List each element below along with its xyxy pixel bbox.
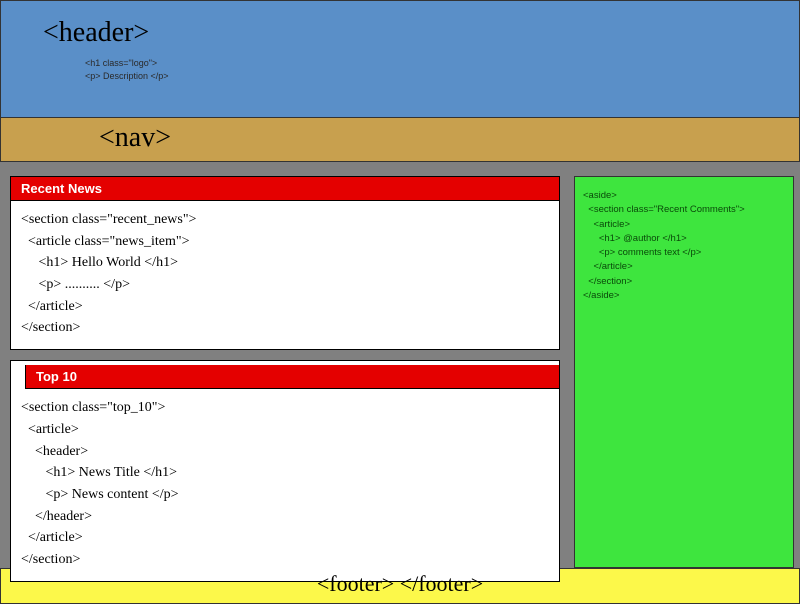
header-sub-line2: <p> Description </p>: [85, 70, 757, 83]
recent-news-header: Recent News: [11, 177, 559, 201]
header-region: <header> <h1 class="logo"> <p> Descripti…: [0, 0, 800, 118]
left-column: Recent News <section class="recent_news"…: [0, 162, 570, 568]
recent-news-body: <section class="recent_news"> <article c…: [11, 201, 559, 349]
top10-card: Top 10 <section class="top_10"> <article…: [10, 360, 560, 582]
footer-label: <footer> </footer>: [317, 571, 483, 596]
nav-tag-label: <nav>: [99, 122, 171, 153]
top10-header: Top 10: [25, 365, 559, 389]
aside-region: <aside> <section class="Recent Comments"…: [574, 176, 794, 568]
main-area: Recent News <section class="recent_news"…: [0, 162, 800, 568]
header-subcode: <h1 class="logo"> <p> Description </p>: [85, 57, 757, 82]
header-sub-line1: <h1 class="logo">: [85, 57, 757, 70]
recent-news-card: Recent News <section class="recent_news"…: [10, 176, 560, 350]
header-tag-label: <header>: [43, 17, 757, 49]
nav-region: <nav>: [0, 118, 800, 162]
top10-body: <section class="top_10"> <article> <head…: [11, 389, 559, 581]
